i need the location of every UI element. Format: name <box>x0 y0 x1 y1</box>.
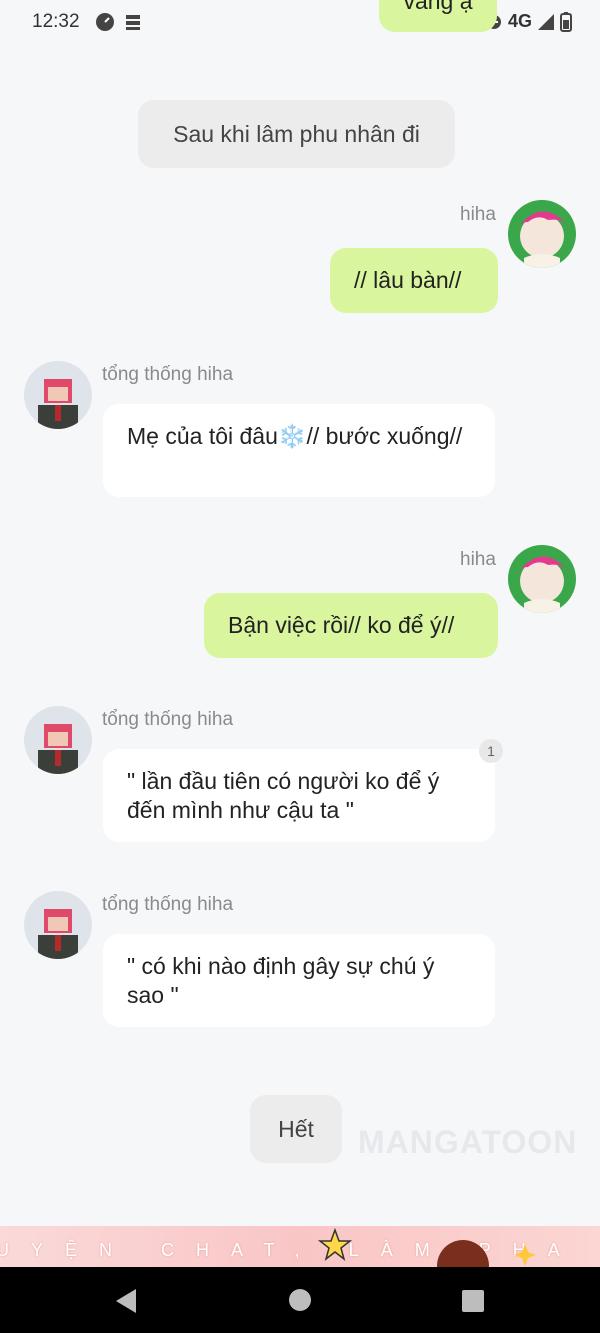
message-text: Bận việc rồi// ko để ý// <box>228 612 455 638</box>
message-text: Mẹ của tôi đâu❄️// bước xuống// <box>127 423 463 449</box>
message-text: " lần đầu tiên có người ko để ý đến mình… <box>127 768 440 823</box>
recents-icon[interactable] <box>461 1289 485 1313</box>
pink-hair-avatar-icon <box>508 200 576 268</box>
other-avatar[interactable] <box>24 891 92 959</box>
narration-bubble[interactable]: Hết <box>250 1095 342 1163</box>
other-message-bubble[interactable]: Mẹ của tôi đâu❄️// bước xuống// <box>103 404 495 497</box>
other-avatar[interactable] <box>24 361 92 429</box>
battery-icon <box>560 11 572 32</box>
message-text: " có khi nào định gây sự chú ý sao " <box>127 953 435 1008</box>
sender-name: tổng thống hiha <box>102 709 234 730</box>
status-bar: 12:32 4G <box>0 0 600 44</box>
sender-name: tổng thống hiha <box>102 894 234 915</box>
star-icon <box>318 1228 352 1261</box>
pixel-character-avatar-icon <box>24 891 92 959</box>
narration-text: Sau khi lâm phu nhân đi <box>173 120 420 147</box>
comment-count-badge[interactable]: 1 <box>479 739 503 763</box>
other-avatar[interactable] <box>24 706 92 774</box>
my-message-bubble[interactable]: vâng ạ <box>379 0 497 32</box>
watermark-logo: MANGATOON <box>358 1124 578 1160</box>
message-text: // lâu bàn// <box>354 267 462 293</box>
signal-icon <box>538 13 554 30</box>
my-message-bubble[interactable]: Bận việc rồi// ko để ý// <box>204 593 498 658</box>
status-time: 12:32 <box>32 11 80 32</box>
speedometer-icon <box>96 13 114 31</box>
storage-icon <box>126 15 140 30</box>
other-message-bubble[interactable]: " có khi nào định gây sự chú ý sao " <box>103 934 495 1027</box>
narration-text: Hết <box>278 1115 314 1142</box>
back-icon[interactable] <box>116 1289 138 1313</box>
pink-hair-avatar-icon <box>508 545 576 613</box>
message-text: vâng ạ <box>403 0 473 14</box>
system-icons: 4G <box>486 11 572 32</box>
pixel-character-avatar-icon <box>24 706 92 774</box>
badge-count: 1 <box>487 743 495 759</box>
narration-bubble[interactable]: Sau khi lâm phu nhân đi <box>138 100 455 168</box>
sender-name: tổng thống hiha <box>102 364 234 385</box>
sparkle-icon <box>514 1244 536 1266</box>
network-label: 4G <box>507 11 532 31</box>
promo-banner[interactable]: UYỆN CHAT, LÀM PHA <box>0 1226 600 1268</box>
other-message-bubble[interactable]: " lần đầu tiên có người ko để ý đến mình… <box>103 749 495 842</box>
home-icon[interactable] <box>288 1288 312 1312</box>
my-avatar[interactable] <box>508 200 576 268</box>
my-message-bubble[interactable]: // lâu bàn// <box>330 248 498 313</box>
pixel-character-avatar-icon <box>24 361 92 429</box>
character-art-icon <box>437 1240 489 1268</box>
sender-name: hiha <box>460 204 496 225</box>
sender-name: hiha <box>460 549 496 570</box>
navigation-bar <box>0 1267 600 1333</box>
my-avatar[interactable] <box>508 545 576 613</box>
